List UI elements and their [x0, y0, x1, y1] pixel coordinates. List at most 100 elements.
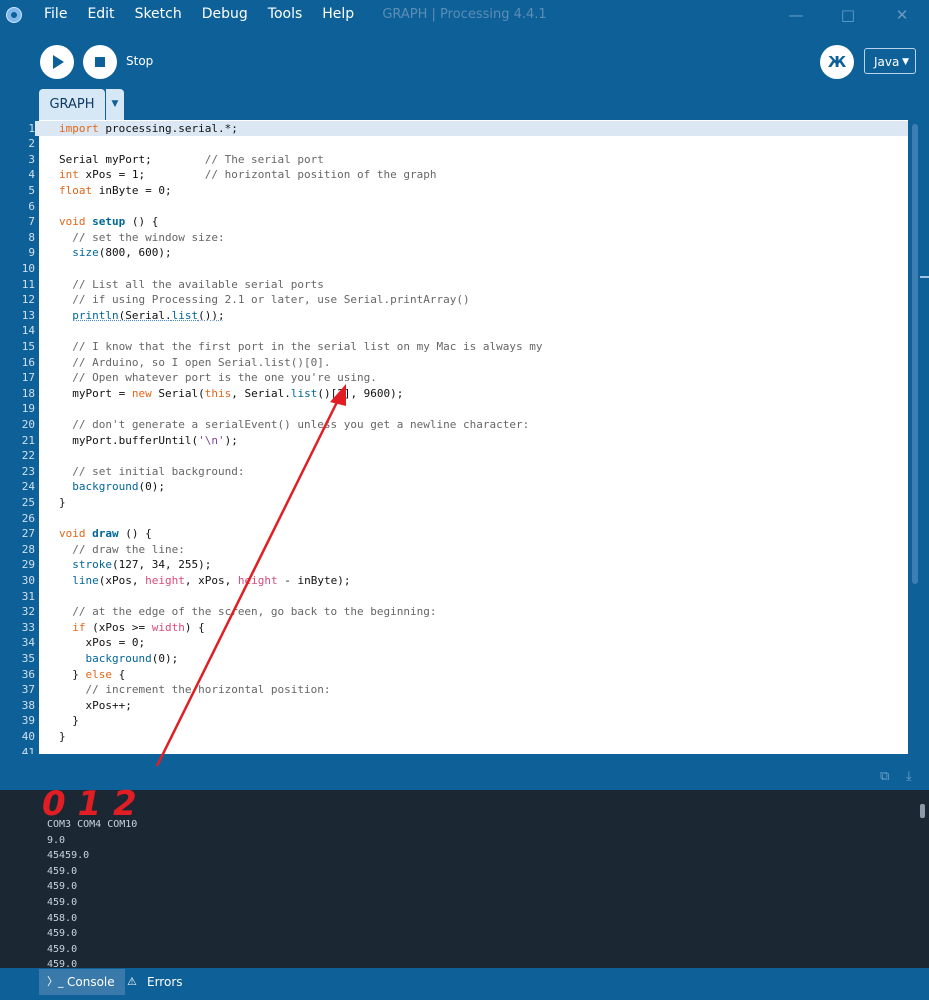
run-button[interactable] [40, 45, 74, 79]
code-line: 35 background(0); [0, 651, 908, 667]
code-token: '\n' [198, 433, 225, 447]
code-token: xPos = 1; [78, 168, 205, 182]
code-line: 29 stroke(127, 34, 255); [0, 557, 908, 573]
code-text: import processing.serial.*; [59, 121, 238, 137]
code-line: 12 // if using Processing 2.1 or later, … [0, 292, 908, 308]
code-token: { [112, 667, 126, 681]
scrollbar-thumb[interactable] [912, 124, 918, 584]
errors-tab[interactable]: ⚠ Errors [119, 969, 193, 995]
copy-console-icon[interactable]: ⧉ [880, 770, 894, 784]
stop-icon [95, 57, 105, 67]
maximize-button[interactable]: □ [830, 4, 866, 26]
scroll-marker [920, 276, 929, 278]
code-token: xPos = 0; [59, 636, 146, 650]
mode-label: Java [874, 55, 900, 69]
code-token: line [72, 573, 99, 587]
code-text: } [59, 729, 66, 745]
code-line: 5 float inByte = 0; [0, 183, 908, 199]
code-token: (xPos, [98, 573, 146, 587]
line-number: 35 [21, 651, 35, 665]
code-token: ()); [198, 308, 225, 322]
code-token: width [151, 620, 185, 634]
console-tab[interactable]: 〉_ Console [39, 969, 125, 995]
code-token: myPort.bufferUntil( [59, 433, 199, 447]
line-number: 24 [21, 480, 35, 494]
code-token: background [72, 480, 139, 494]
code-text: xPos++; [59, 698, 131, 714]
code-token: (0); [138, 480, 165, 494]
code-token: ()[2], 9600); [317, 386, 404, 400]
code-token: height [145, 573, 185, 587]
code-line: 7 void setup () { [0, 214, 908, 230]
code-token: this [204, 386, 232, 400]
code-line: 34 xPos = 0; [0, 635, 908, 651]
code-token: } [59, 495, 66, 509]
tab-bar: GRAPH ▼ [0, 89, 929, 120]
code-token: - inByte); [277, 573, 351, 587]
code-token: if [72, 620, 86, 634]
code-line: 3 Serial myPort; // The serial port [0, 152, 908, 168]
code-token: processing.serial.*; [98, 121, 238, 135]
code-text: background(0); [59, 479, 165, 495]
code-token: } [59, 729, 66, 743]
code-token: // Arduino, so I open Serial.list()[0]. [72, 355, 331, 369]
console-panel: COM3 COM4 COM10 9.0 45459.0 459.0 459.0 459.0… [0, 790, 929, 968]
line-number: 10 [21, 261, 35, 275]
code-text: // I know that the first port in the ser… [59, 339, 542, 355]
console-line: 459.0 [47, 897, 78, 908]
code-text: // Arduino, so I open Serial.list()[0]. [59, 355, 331, 371]
code-token: // increment the horizontal position: [85, 683, 331, 697]
code-text: // List all the available serial ports [59, 277, 324, 293]
stop-button[interactable] [83, 45, 117, 79]
debug-button[interactable]: Ж [820, 45, 854, 79]
line-number: 28 [21, 542, 35, 556]
stop-label: Stop [126, 54, 154, 68]
code-line: 40} [0, 729, 908, 745]
code-line: 27 void draw () { [0, 526, 908, 542]
close-button[interactable]: ✕ [884, 4, 920, 26]
code-text: // set the window size: [59, 230, 225, 246]
line-number: 14 [21, 324, 35, 338]
line-number: 29 [21, 558, 35, 572]
code-token: myPort = [59, 386, 132, 400]
tab-graph[interactable]: GRAPH [39, 89, 105, 120]
code-text: float inByte = 0; [59, 183, 172, 199]
code-line: 18 myPort = new Serial(this, Serial.list… [0, 386, 908, 402]
chevron-down-icon: ▼ [902, 57, 909, 67]
mode-select[interactable]: Java ▼ [864, 48, 916, 74]
code-token: (Serial. [118, 308, 172, 322]
line-number: 12 [21, 293, 35, 307]
code-token: void [59, 215, 86, 229]
console-scrollbar-thumb[interactable] [920, 804, 925, 818]
code-token: // set the window size: [72, 230, 225, 244]
warning-icon: ⚠ [127, 975, 137, 988]
code-text: // Open whatever port is the one you're … [59, 370, 377, 386]
code-line: 36 } else { [0, 667, 908, 683]
code-editor[interactable]: 1 import processing.serial.*; 2 3 Serial myP… [0, 120, 929, 754]
editor-scrollbar[interactable] [908, 120, 929, 754]
code-line: 8 // set the window size: [0, 230, 908, 246]
line-number: 38 [21, 698, 35, 712]
code-line: 41 [0, 745, 908, 755]
code-line: 22 [0, 448, 908, 464]
code-token: ); [224, 433, 238, 447]
clear-console-icon[interactable]: ⤓ [906, 770, 920, 784]
console-divider[interactable]: ⧉ ⤓ [0, 754, 929, 790]
code-line: 31 [0, 589, 908, 605]
minimize-button[interactable]: — [778, 4, 814, 26]
tab-menu-button[interactable]: ▼ [106, 89, 124, 120]
code-line: 21 myPort.bufferUntil('\n'); [0, 433, 908, 449]
console-tab-label: Console [67, 975, 115, 989]
code-token: (0); [151, 651, 179, 665]
code-token: () { [125, 215, 159, 229]
code-token: float [59, 183, 93, 197]
line-number: 17 [21, 371, 35, 385]
code-text: int xPos = 1; // horizontal position of … [59, 167, 437, 183]
